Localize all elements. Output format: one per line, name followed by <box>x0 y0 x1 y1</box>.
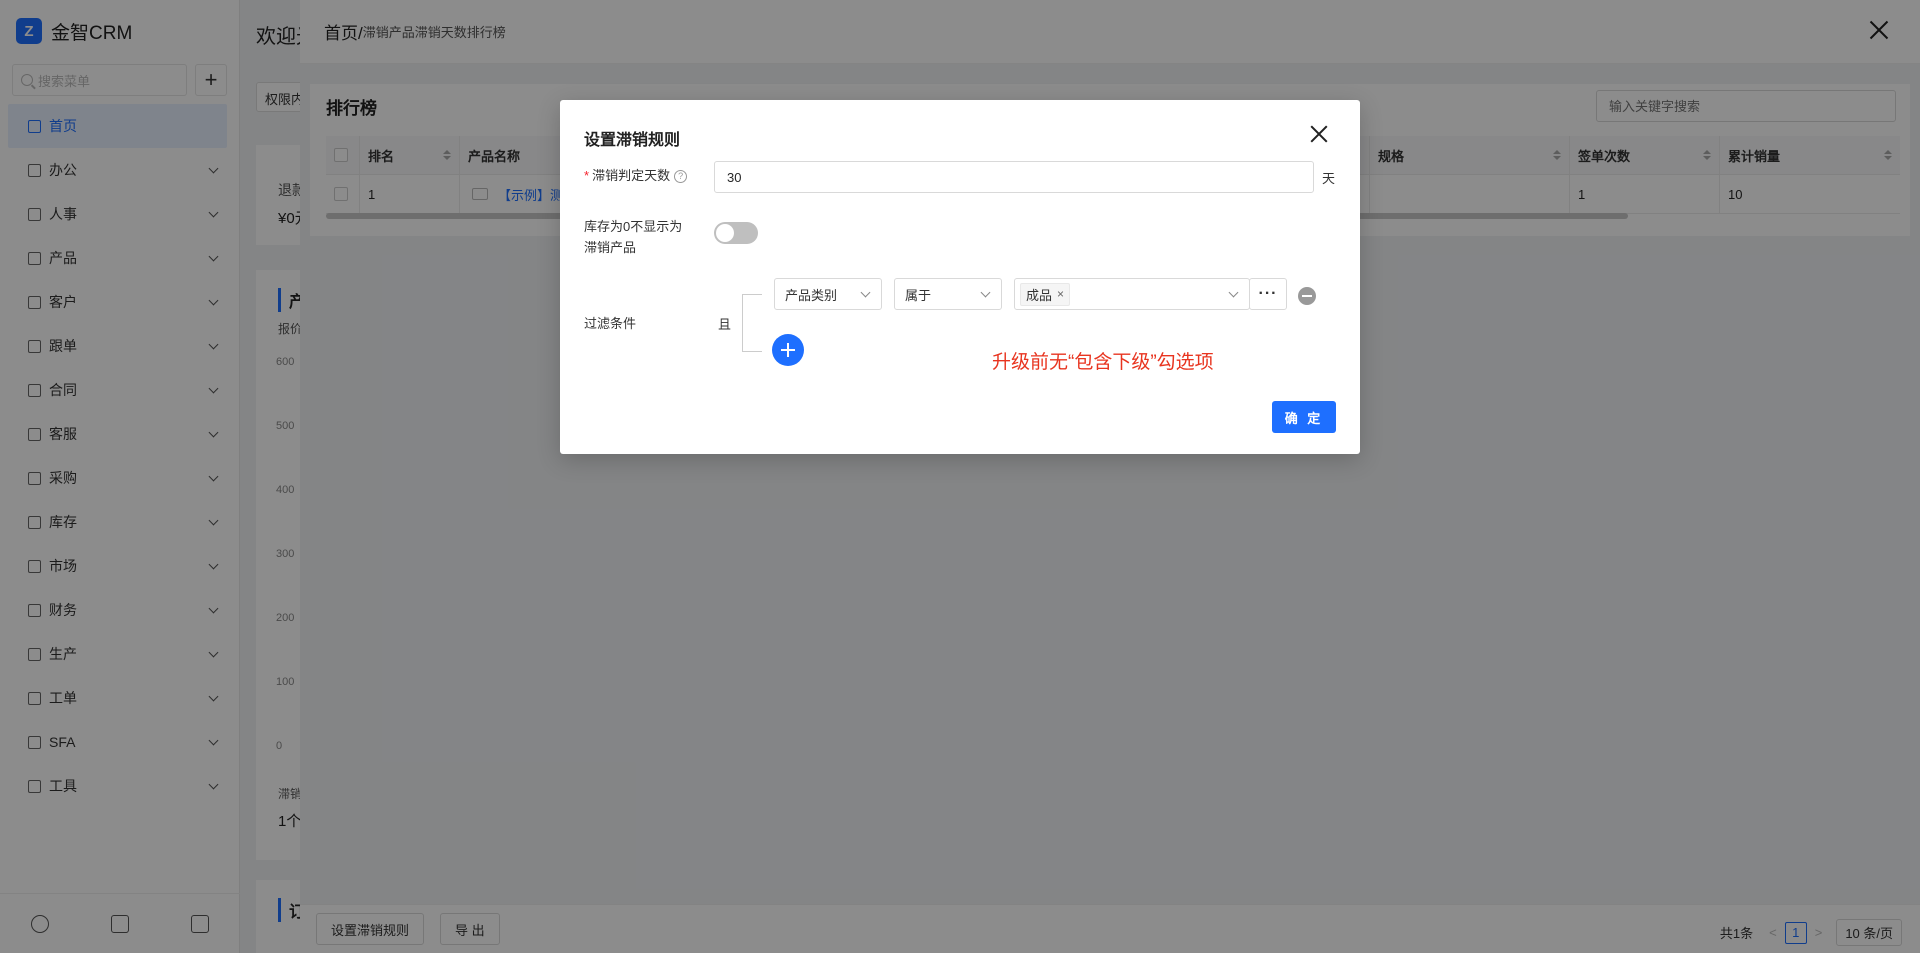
condition-operator-select[interactable]: 属于 <box>894 278 1002 310</box>
condition-bracket <box>742 294 762 352</box>
zero-stock-label-line1: 库存为0不显示为 <box>584 219 683 234</box>
chevron-down-icon <box>860 287 871 298</box>
condition-value-select[interactable]: 成品 × <box>1014 278 1250 310</box>
filter-label: 过滤条件 <box>584 316 637 331</box>
chevron-down-icon <box>980 287 991 298</box>
confirm-button[interactable]: 确 定 <box>1272 401 1336 433</box>
add-condition-icon[interactable] <box>772 334 804 366</box>
value-tag-label: 成品 <box>1026 287 1053 303</box>
zero-stock-label-line2: 滞销产品 <box>584 240 637 255</box>
set-rule-modal: 设置滞销规则 *滞销判定天数? 天 库存为0不显示为 滞销产品 过滤条件 且 产… <box>560 100 1360 454</box>
days-unit: 天 <box>1322 171 1336 186</box>
days-input[interactable] <box>714 161 1314 193</box>
zero-stock-toggle[interactable] <box>714 222 758 244</box>
remove-condition-icon[interactable] <box>1298 287 1316 305</box>
days-label: * 滞销判定天数? <box>584 165 688 186</box>
condition-operator-value: 属于 <box>905 287 932 303</box>
value-tag: 成品 × <box>1020 282 1071 306</box>
more-options-button[interactable]: ··· <box>1249 278 1287 310</box>
filter-logic[interactable]: 且 <box>718 314 731 333</box>
close-icon[interactable] <box>1310 125 1328 143</box>
condition-field-select[interactable]: 产品类别 <box>774 278 882 310</box>
zero-stock-label: 库存为0不显示为 滞销产品 <box>584 216 682 258</box>
days-label-text: 滞销判定天数 <box>592 168 671 183</box>
condition-field-value: 产品类别 <box>785 287 838 303</box>
modal-title: 设置滞销规则 <box>584 132 681 149</box>
chevron-down-icon <box>1228 287 1239 298</box>
toggle-knob <box>716 224 734 242</box>
tag-remove-icon[interactable]: × <box>1057 287 1064 301</box>
help-icon[interactable]: ? <box>674 170 688 183</box>
annotation-text: 升级前无“包含下级”勾选项 <box>992 352 1214 373</box>
required-mark: * <box>584 168 590 183</box>
